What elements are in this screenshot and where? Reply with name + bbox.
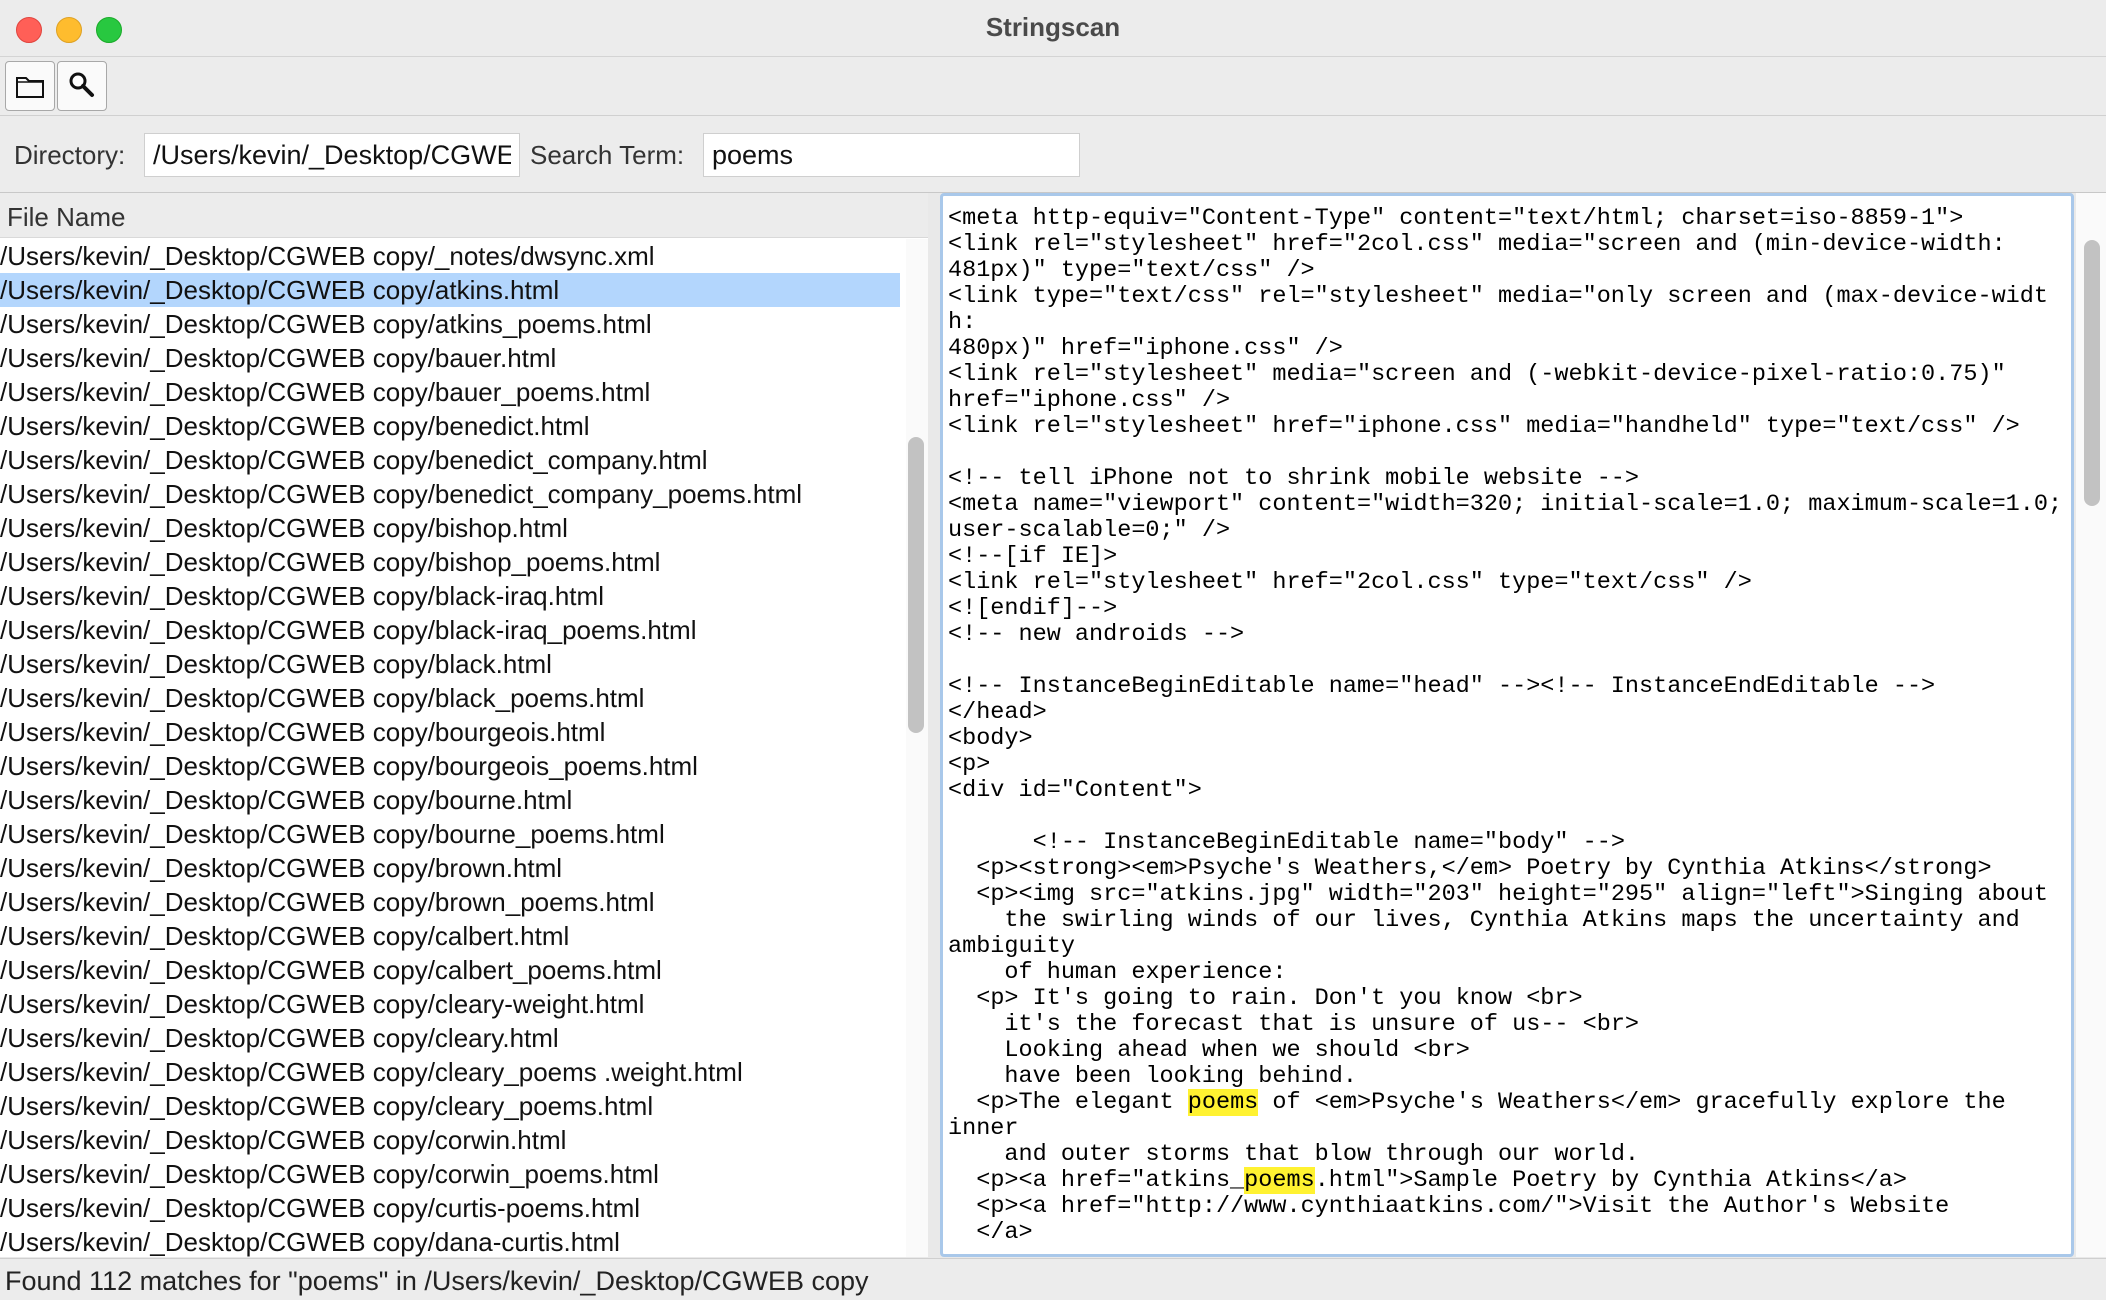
file-list: /Users/kevin/_Desktop/CGWEB copy/_notes/…: [0, 239, 900, 1257]
file-preview-text: <meta http-equiv="Content-Type" content=…: [948, 205, 2063, 1246]
file-list-row[interactable]: /Users/kevin/_Desktop/CGWEB copy/benedic…: [0, 443, 900, 477]
file-list-row[interactable]: /Users/kevin/_Desktop/CGWEB copy/benedic…: [0, 409, 900, 443]
file-list-row[interactable]: /Users/kevin/_Desktop/CGWEB copy/black-i…: [0, 613, 900, 647]
file-preview-pane[interactable]: <meta http-equiv="Content-Type" content=…: [940, 193, 2074, 1257]
file-list-row[interactable]: /Users/kevin/_Desktop/CGWEB copy/bishop.…: [0, 511, 900, 545]
file-list-row[interactable]: /Users/kevin/_Desktop/CGWEB copy/black-i…: [0, 579, 900, 613]
file-list-row[interactable]: /Users/kevin/_Desktop/CGWEB copy/corwin_…: [0, 1157, 900, 1191]
file-list-row[interactable]: /Users/kevin/_Desktop/CGWEB copy/dana-cu…: [0, 1225, 900, 1257]
directory-input[interactable]: [144, 133, 520, 177]
file-list-row[interactable]: /Users/kevin/_Desktop/CGWEB copy/cleary_…: [0, 1089, 900, 1123]
file-list-row[interactable]: /Users/kevin/_Desktop/CGWEB copy/black.h…: [0, 647, 900, 681]
magnifier-icon: [69, 72, 94, 97]
file-list-row[interactable]: /Users/kevin/_Desktop/CGWEB copy/atkins.…: [0, 273, 900, 307]
file-list-scrollbar[interactable]: [906, 239, 928, 1257]
file-list-row[interactable]: /Users/kevin/_Desktop/CGWEB copy/_notes/…: [0, 239, 900, 273]
file-list-row[interactable]: /Users/kevin/_Desktop/CGWEB copy/cleary-…: [0, 987, 900, 1021]
file-list-row[interactable]: /Users/kevin/_Desktop/CGWEB copy/bourgeo…: [0, 715, 900, 749]
file-list-row[interactable]: /Users/kevin/_Desktop/CGWEB copy/bauer_p…: [0, 375, 900, 409]
file-list-row[interactable]: /Users/kevin/_Desktop/CGWEB copy/black_p…: [0, 681, 900, 715]
file-list-row[interactable]: /Users/kevin/_Desktop/CGWEB copy/cleary.…: [0, 1021, 900, 1055]
toolbar: [0, 57, 2106, 116]
file-list-row[interactable]: /Users/kevin/_Desktop/CGWEB copy/atkins_…: [0, 307, 900, 341]
file-list-pane: File Name /Users/kevin/_Desktop/CGWEB co…: [0, 193, 928, 1257]
file-list-row[interactable]: /Users/kevin/_Desktop/CGWEB copy/cleary_…: [0, 1055, 900, 1089]
file-list-row[interactable]: /Users/kevin/_Desktop/CGWEB copy/brown.h…: [0, 851, 900, 885]
file-list-row[interactable]: /Users/kevin/_Desktop/CGWEB copy/benedic…: [0, 477, 900, 511]
window-title: Stringscan: [985, 12, 1121, 42]
search-form: Directory: Search Term:: [0, 116, 2106, 193]
file-list-row[interactable]: /Users/kevin/_Desktop/CGWEB copy/corwin.…: [0, 1123, 900, 1157]
file-list-scrollbar-thumb[interactable]: [908, 437, 924, 733]
search-match-highlight: poems: [1244, 1167, 1315, 1194]
status-bar: Found 112 matches for "poems" in /Users/…: [0, 1258, 2106, 1300]
preview-scrollbar-thumb[interactable]: [2084, 240, 2100, 506]
file-list-row[interactable]: /Users/kevin/_Desktop/CGWEB copy/calbert…: [0, 919, 900, 953]
file-list-row[interactable]: /Users/kevin/_Desktop/CGWEB copy/bauer.h…: [0, 341, 900, 375]
file-list-row[interactable]: /Users/kevin/_Desktop/CGWEB copy/bourgeo…: [0, 749, 900, 783]
file-name-column-header[interactable]: File Name: [0, 193, 928, 238]
search-button[interactable]: [57, 61, 107, 111]
directory-label: Directory:: [14, 140, 126, 170]
file-list-row[interactable]: /Users/kevin/_Desktop/CGWEB copy/bourne_…: [0, 817, 900, 851]
file-list-row[interactable]: /Users/kevin/_Desktop/CGWEB copy/bourne.…: [0, 783, 900, 817]
file-list-row[interactable]: /Users/kevin/_Desktop/CGWEB copy/brown_p…: [0, 885, 900, 919]
open-directory-button[interactable]: [5, 61, 55, 111]
file-list-row[interactable]: /Users/kevin/_Desktop/CGWEB copy/bishop_…: [0, 545, 900, 579]
title-bar: Stringscan: [0, 0, 2106, 57]
folder-icon: [16, 77, 44, 98]
file-list-row[interactable]: /Users/kevin/_Desktop/CGWEB copy/calbert…: [0, 953, 900, 987]
search-match-highlight: poems: [1187, 1089, 1259, 1116]
search-term-label: Search Term:: [530, 140, 685, 170]
file-list-row[interactable]: /Users/kevin/_Desktop/CGWEB copy/curtis-…: [0, 1191, 900, 1225]
search-term-input[interactable]: [703, 133, 1080, 177]
